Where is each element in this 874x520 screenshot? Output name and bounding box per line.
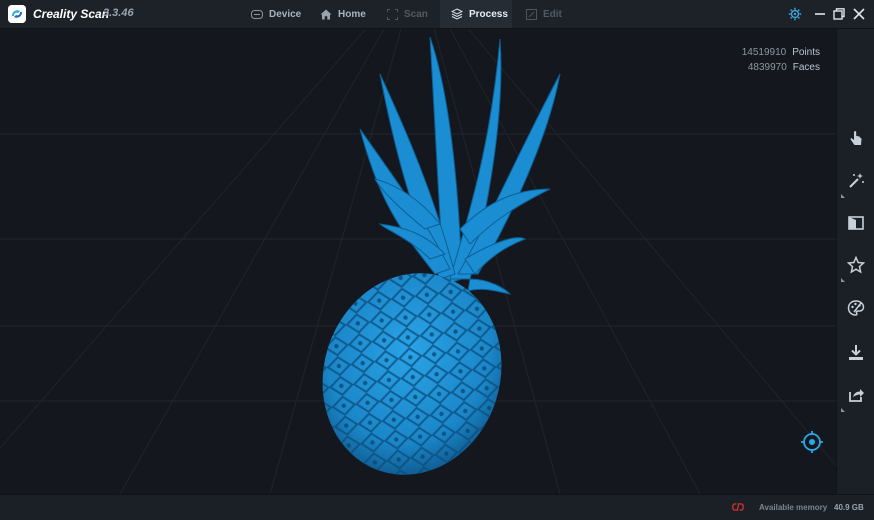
faces-row: 4839970 Faces — [742, 60, 820, 75]
scan-icon — [387, 8, 398, 20]
magic-wand-expand-icon[interactable] — [841, 194, 845, 198]
tab-scan[interactable]: Scan — [387, 0, 428, 28]
app-version: 3.3.46 — [103, 7, 134, 19]
3d-viewport[interactable]: 14519910 Points 4839970 Faces — [0, 29, 836, 494]
link-broken-icon — [732, 502, 744, 512]
memory-label: Available memory — [759, 503, 828, 512]
tab-scan-label: Scan — [404, 8, 428, 20]
points-row: 14519910 Points — [742, 45, 820, 60]
app-name: Creality Scan — [33, 7, 110, 21]
star-expand-icon[interactable] — [841, 278, 845, 282]
download-icon[interactable] — [847, 344, 865, 362]
edit-icon — [526, 8, 537, 20]
memory-value: 40.9 GB — [834, 503, 864, 512]
device-icon — [251, 9, 263, 19]
palette-icon[interactable] — [847, 299, 865, 317]
faces-value: 4839970 — [747, 62, 787, 73]
split-mesh-icon[interactable] — [847, 214, 865, 232]
tab-home-label: Home — [338, 8, 366, 20]
tab-process[interactable]: Process — [440, 0, 512, 28]
close-icon[interactable] — [851, 6, 867, 22]
model-stats: 14519910 Points 4839970 Faces — [742, 45, 820, 75]
tab-process-label: Process — [469, 8, 508, 20]
locate-target-icon[interactable] — [800, 430, 824, 454]
minimize-icon[interactable] — [812, 6, 828, 22]
share-expand-icon[interactable] — [841, 408, 845, 412]
layers-icon — [451, 8, 463, 20]
pineapple-crown — [359, 36, 561, 295]
title-bar: Creality Scan 3.3.46 Device Home Scan Pr… — [0, 0, 874, 29]
tool-sidebar — [836, 29, 874, 494]
points-label: Points — [792, 47, 820, 58]
creality-logo-icon — [8, 5, 26, 23]
home-icon — [320, 9, 332, 19]
tab-device[interactable]: Device — [251, 0, 301, 28]
hand-pointer-icon[interactable] — [847, 130, 865, 148]
tab-edit[interactable]: Edit — [526, 0, 562, 28]
settings-icon[interactable] — [787, 6, 803, 22]
points-value: 14519910 — [741, 47, 787, 58]
faces-label: Faces — [792, 62, 820, 73]
restore-icon[interactable] — [831, 6, 847, 22]
share-icon[interactable] — [847, 386, 865, 404]
tab-edit-label: Edit — [543, 8, 562, 20]
tab-home[interactable]: Home — [320, 0, 366, 28]
star-icon[interactable] — [847, 256, 865, 274]
status-bar: Available memory 40.9 GB — [0, 494, 874, 520]
perspective-grid — [0, 29, 836, 494]
magic-wand-icon[interactable] — [847, 172, 865, 190]
tab-device-label: Device — [269, 8, 302, 20]
